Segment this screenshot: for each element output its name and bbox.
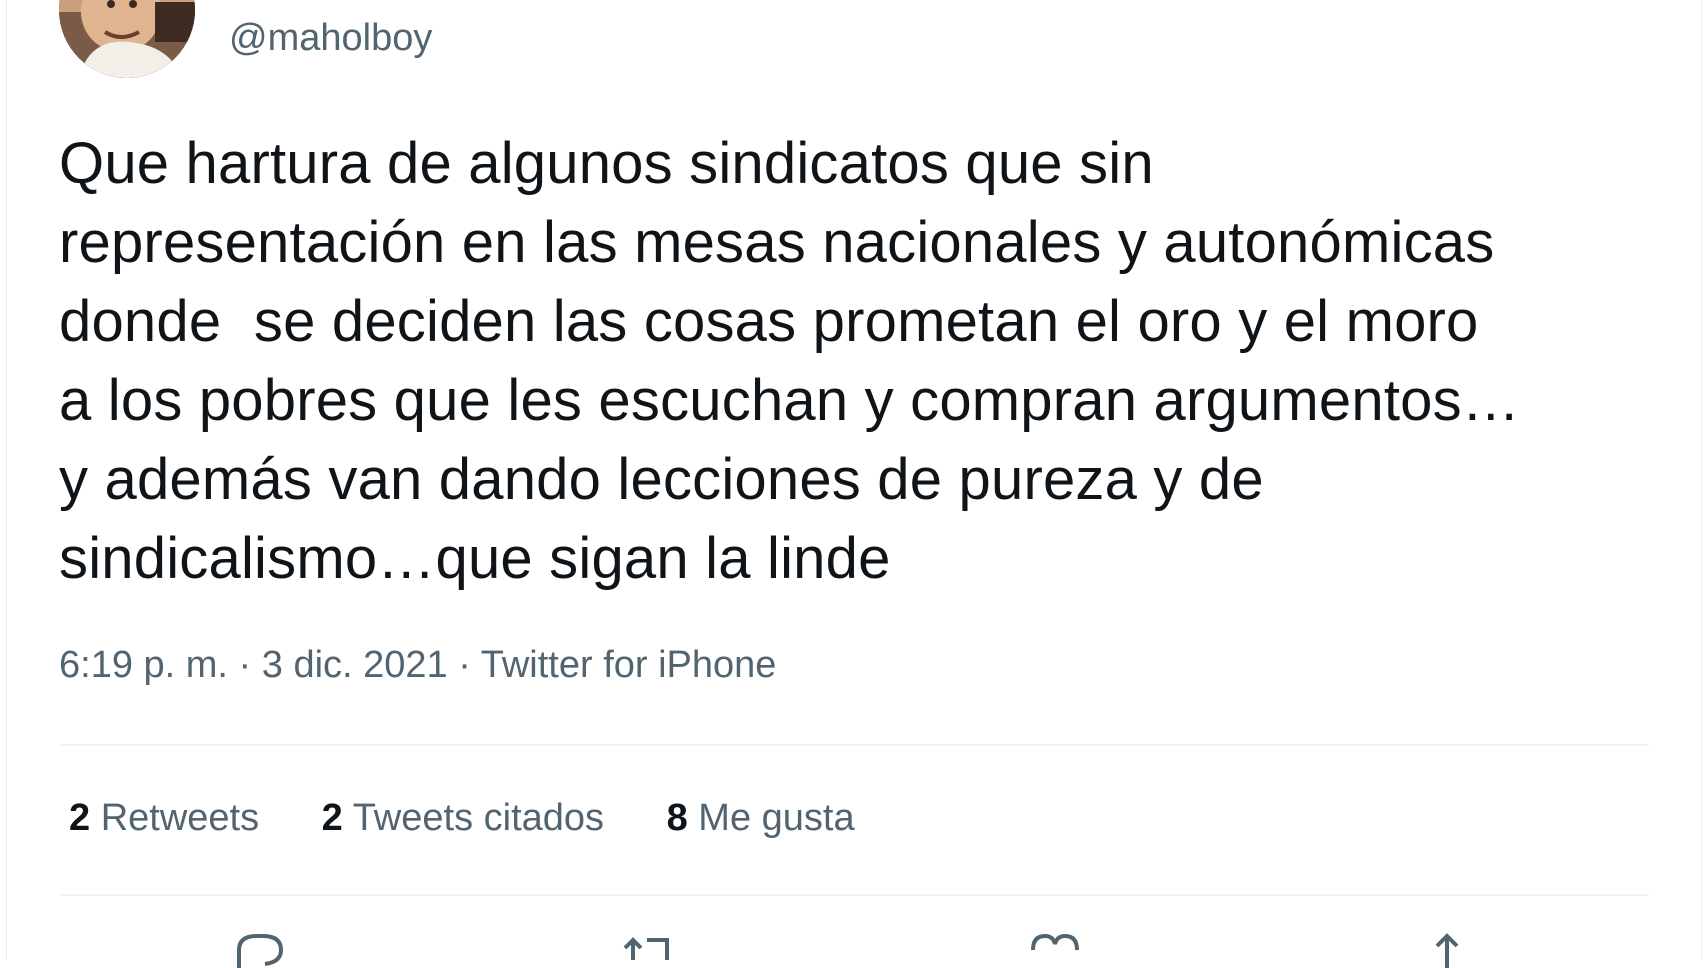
tweet-text-line: donde se deciden las cosas prometan el o… [59,289,1479,354]
retweets-stat[interactable]: 2 Retweets [69,795,259,841]
tweet-text: Que hartura de algunos sindicatos que si… [59,124,1659,598]
author-handle[interactable]: @maholboy [229,16,432,60]
divider [59,744,1649,746]
share-icon[interactable] [1417,928,1477,968]
reply-icon[interactable] [229,928,289,968]
profile-photo-icon [59,0,195,78]
like-icon[interactable] [1025,928,1085,968]
quote-tweets-count: 2 [321,797,343,839]
retweet-icon[interactable] [621,928,681,968]
engagement-stats: 2 Retweets 2 Tweets citados 8 Me gusta [69,795,907,841]
retweets-label: Retweets [100,797,260,839]
quote-tweets-label: Tweets citados [352,797,605,839]
tweet-text-line: Que hartura de algunos sindicatos que si… [59,131,1154,196]
tweet-text-line: a los pobres que les escuchan y compran … [59,368,1520,433]
action-bar [7,928,1701,968]
retweets-count: 2 [69,797,91,839]
quote-tweets-stat[interactable]: 2 Tweets citados [322,795,604,841]
tweet-text-line: sindicalismo…que sigan la linde [59,526,891,591]
tweet-text-line: y además van dando lecciones de pureza y… [59,447,1264,512]
avatar[interactable] [59,0,195,78]
likes-count: 8 [666,797,688,839]
likes-label: Me gusta [698,797,855,839]
display-name-cropped [229,0,489,4]
likes-stat[interactable]: 8 Me gusta [667,795,855,841]
divider [59,894,1649,896]
tweet-timestamp-source[interactable]: 6:19 p. m. · 3 dic. 2021 · Twitter for i… [59,642,776,688]
tweet-card: @maholboy Que hartura de algunos sindica… [6,0,1702,968]
tweet-text-line: representación en las mesas nacionales y… [59,210,1495,275]
